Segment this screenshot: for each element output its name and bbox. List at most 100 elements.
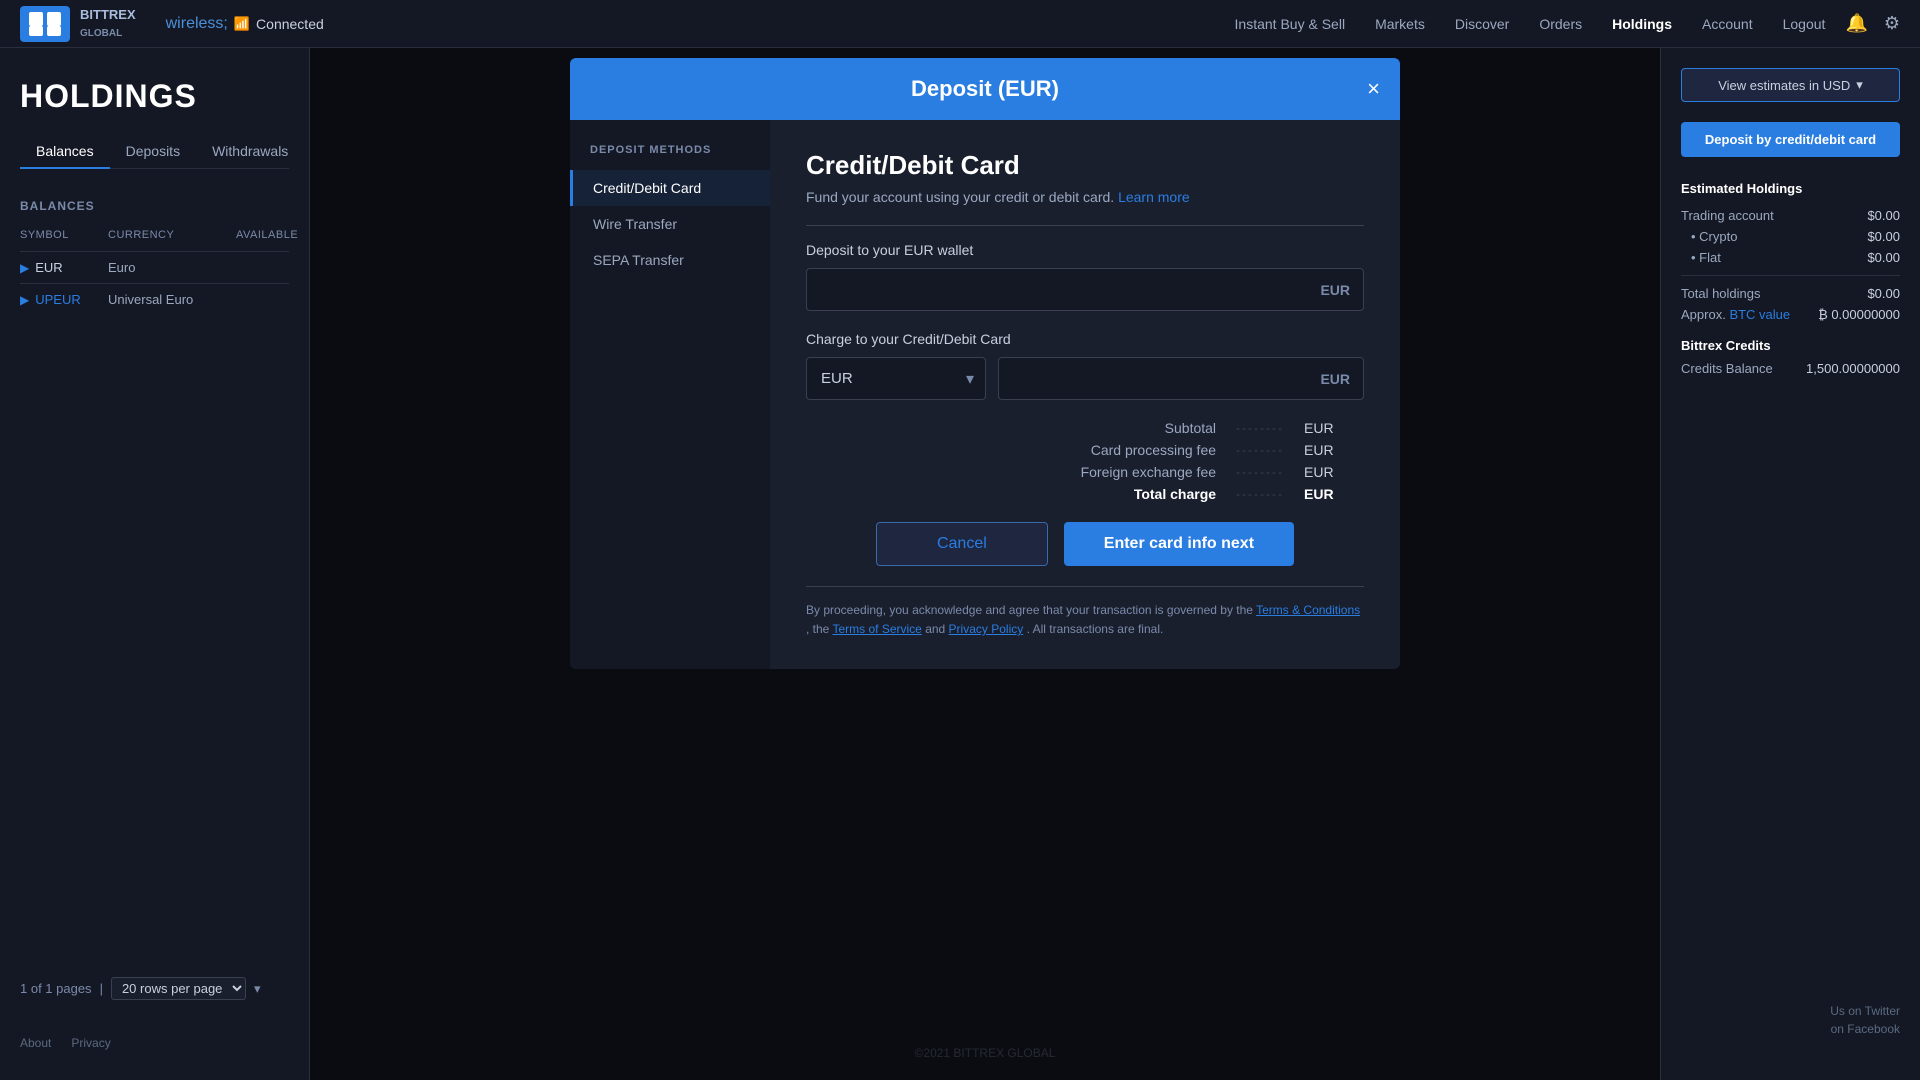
foreign-exchange-row: Foreign exchange fee -------- EUR bbox=[806, 464, 1364, 480]
nav-discover[interactable]: Discover bbox=[1455, 16, 1509, 32]
deposit-amount-group: EUR bbox=[806, 268, 1364, 311]
method-sepa-transfer[interactable]: SEPA Transfer bbox=[570, 242, 770, 278]
eur-symbol: EUR bbox=[35, 260, 62, 275]
foreign-exchange-value: EUR bbox=[1304, 464, 1364, 480]
deposit-wallet-label: Deposit to your EUR wallet bbox=[806, 242, 1364, 258]
nav-instant-buy[interactable]: Instant Buy & Sell bbox=[1235, 16, 1346, 32]
trading-account-label: Trading account bbox=[1681, 208, 1774, 223]
flat-row: • Flat $0.00 bbox=[1681, 250, 1900, 265]
deposit-modal: Deposit (EUR) × DEPOSIT METHODS Credit/D… bbox=[570, 58, 1400, 669]
charge-currency-suffix: EUR bbox=[1320, 371, 1350, 387]
tab-withdrawals[interactable]: Withdrawals bbox=[196, 135, 304, 169]
content-divider bbox=[806, 225, 1364, 226]
crypto-row: • Crypto $0.00 bbox=[1681, 229, 1900, 244]
processing-fee-value: EUR bbox=[1304, 442, 1364, 458]
privacy-policy-link[interactable]: Privacy Policy bbox=[949, 622, 1024, 636]
fee-summary: Subtotal -------- EUR Card processing fe… bbox=[806, 420, 1364, 502]
twitter-link[interactable]: Us on Twitter bbox=[1830, 1004, 1900, 1018]
nav-icons: 🔔 ⚙ bbox=[1845, 13, 1900, 34]
total-charge-dots: -------- bbox=[1236, 487, 1284, 501]
privacy-link[interactable]: Privacy bbox=[71, 1036, 110, 1050]
deposit-amount-input[interactable] bbox=[806, 268, 1364, 311]
currency-header: CURRENCY bbox=[108, 229, 228, 241]
charge-row: EUR USD GBP ▾ EUR bbox=[806, 357, 1364, 400]
modal-actions: Cancel Enter card info next bbox=[806, 522, 1364, 566]
cancel-button[interactable]: Cancel bbox=[876, 522, 1048, 566]
flat-label: • Flat bbox=[1691, 250, 1721, 265]
estimated-holdings-title: Estimated Holdings bbox=[1681, 181, 1900, 196]
center-panel: Deposit (EUR) × DEPOSIT METHODS Credit/D… bbox=[310, 48, 1660, 1080]
processing-fee-label: Card processing fee bbox=[1036, 442, 1216, 458]
total-charge-row: Total charge -------- EUR bbox=[806, 486, 1364, 502]
modal-close-button[interactable]: × bbox=[1367, 78, 1380, 100]
total-charge-label: Total charge bbox=[1036, 486, 1216, 502]
connected-label: Connected bbox=[256, 16, 324, 32]
trading-account-row: Trading account $0.00 bbox=[1681, 208, 1900, 223]
modal-overlay: Deposit (EUR) × DEPOSIT METHODS Credit/D… bbox=[310, 48, 1660, 1080]
expand-eur-icon[interactable]: ▶ bbox=[20, 261, 29, 275]
foreign-exchange-label: Foreign exchange fee bbox=[1036, 464, 1216, 480]
table-row: ▶ UPEUR Universal Euro bbox=[20, 283, 289, 315]
btc-value-link[interactable]: BTC value bbox=[1729, 307, 1790, 322]
charge-input-group: EUR bbox=[998, 357, 1364, 400]
gear-icon[interactable]: ⚙ bbox=[1884, 13, 1900, 34]
about-link[interactable]: About bbox=[20, 1036, 51, 1050]
learn-more-link[interactable]: Learn more bbox=[1118, 189, 1190, 205]
bell-icon[interactable]: 🔔 bbox=[1845, 13, 1867, 34]
expand-upeur-icon[interactable]: ▶ bbox=[20, 293, 29, 307]
enter-card-info-button[interactable]: Enter card info next bbox=[1064, 522, 1294, 566]
tab-deposits[interactable]: Deposits bbox=[110, 135, 196, 169]
tab-balances[interactable]: Balances bbox=[20, 135, 110, 169]
charge-amount-input[interactable] bbox=[998, 357, 1364, 400]
flat-value: $0.00 bbox=[1867, 250, 1900, 265]
subtotal-label: Subtotal bbox=[1036, 420, 1216, 436]
upeur-symbol[interactable]: UPEUR bbox=[35, 292, 81, 307]
processing-fee-row: Card processing fee -------- EUR bbox=[806, 442, 1364, 458]
page-title: HOLDINGS bbox=[20, 78, 289, 115]
top-nav: BITTREXGLOBAL wireless; 📶 Connected Inst… bbox=[0, 0, 1920, 48]
total-charge-value: EUR bbox=[1304, 486, 1364, 502]
total-holdings-value: $0.00 bbox=[1867, 286, 1900, 301]
method-wire-transfer[interactable]: Wire Transfer bbox=[570, 206, 770, 242]
total-holdings-label: Total holdings bbox=[1681, 286, 1761, 301]
pagination: 1 of 1 pages | 20 rows per page ▾ bbox=[20, 977, 260, 1000]
nav-links: Instant Buy & Sell Markets Discover Orde… bbox=[1235, 16, 1826, 32]
symbol-header: SYMBOL bbox=[20, 229, 100, 241]
nav-account[interactable]: Account bbox=[1702, 16, 1753, 32]
btc-amount: ₿ 0.00000000 bbox=[1818, 307, 1900, 322]
charge-currency-select[interactable]: EUR USD GBP bbox=[806, 357, 986, 400]
modal-sidebar: DEPOSIT METHODS Credit/Debit Card Wire T… bbox=[570, 120, 770, 669]
credits-balance-label: Credits Balance bbox=[1681, 361, 1773, 376]
nav-markets[interactable]: Markets bbox=[1375, 16, 1425, 32]
facebook-link[interactable]: on Facebook bbox=[1830, 1022, 1900, 1036]
nav-holdings[interactable]: Holdings bbox=[1612, 16, 1672, 32]
btc-value-row: Approx. BTC value ₿ 0.00000000 bbox=[1681, 307, 1900, 322]
deposit-methods-label: DEPOSIT METHODS bbox=[570, 144, 770, 156]
balances-section-title: BALANCES bbox=[20, 199, 289, 213]
credits-balance-row: Credits Balance 1,500.00000000 bbox=[1681, 361, 1900, 376]
pagination-text: 1 of 1 pages bbox=[20, 981, 92, 996]
rows-per-page-select[interactable]: 20 rows per page bbox=[111, 977, 246, 1000]
modal-content: Credit/Debit Card Fund your account usin… bbox=[770, 120, 1400, 669]
chevron-down-icon: ▾ bbox=[1856, 77, 1863, 93]
deposit-credit-card-button[interactable]: Deposit by credit/debit card bbox=[1681, 122, 1900, 157]
dropdown-arrow-icon: ▾ bbox=[254, 981, 261, 997]
wifi-icon: wireless; bbox=[166, 15, 228, 33]
terms-conditions-link[interactable]: Terms & Conditions bbox=[1256, 603, 1360, 617]
crypto-label: • Crypto bbox=[1691, 229, 1737, 244]
terms-service-link[interactable]: Terms of Service bbox=[832, 622, 921, 636]
nav-orders[interactable]: Orders bbox=[1539, 16, 1582, 32]
nav-logout[interactable]: Logout bbox=[1783, 16, 1826, 32]
charge-label: Charge to your Credit/Debit Card bbox=[806, 331, 1364, 347]
crypto-value: $0.00 bbox=[1867, 229, 1900, 244]
content-title: Credit/Debit Card bbox=[806, 150, 1364, 181]
method-credit-card[interactable]: Credit/Debit Card bbox=[570, 170, 770, 206]
pagination-separator: | bbox=[100, 981, 103, 996]
subtotal-row: Subtotal -------- EUR bbox=[806, 420, 1364, 436]
modal-footer-divider bbox=[806, 586, 1364, 587]
tabs: Balances Deposits Withdrawals bbox=[20, 135, 289, 169]
view-estimates-button[interactable]: View estimates in USD ▾ bbox=[1681, 68, 1900, 102]
credits-balance-value: 1,500.00000000 bbox=[1806, 361, 1900, 376]
approx-btc-label: Approx. BTC value bbox=[1681, 307, 1790, 322]
currency-select-group: EUR USD GBP ▾ bbox=[806, 357, 986, 400]
